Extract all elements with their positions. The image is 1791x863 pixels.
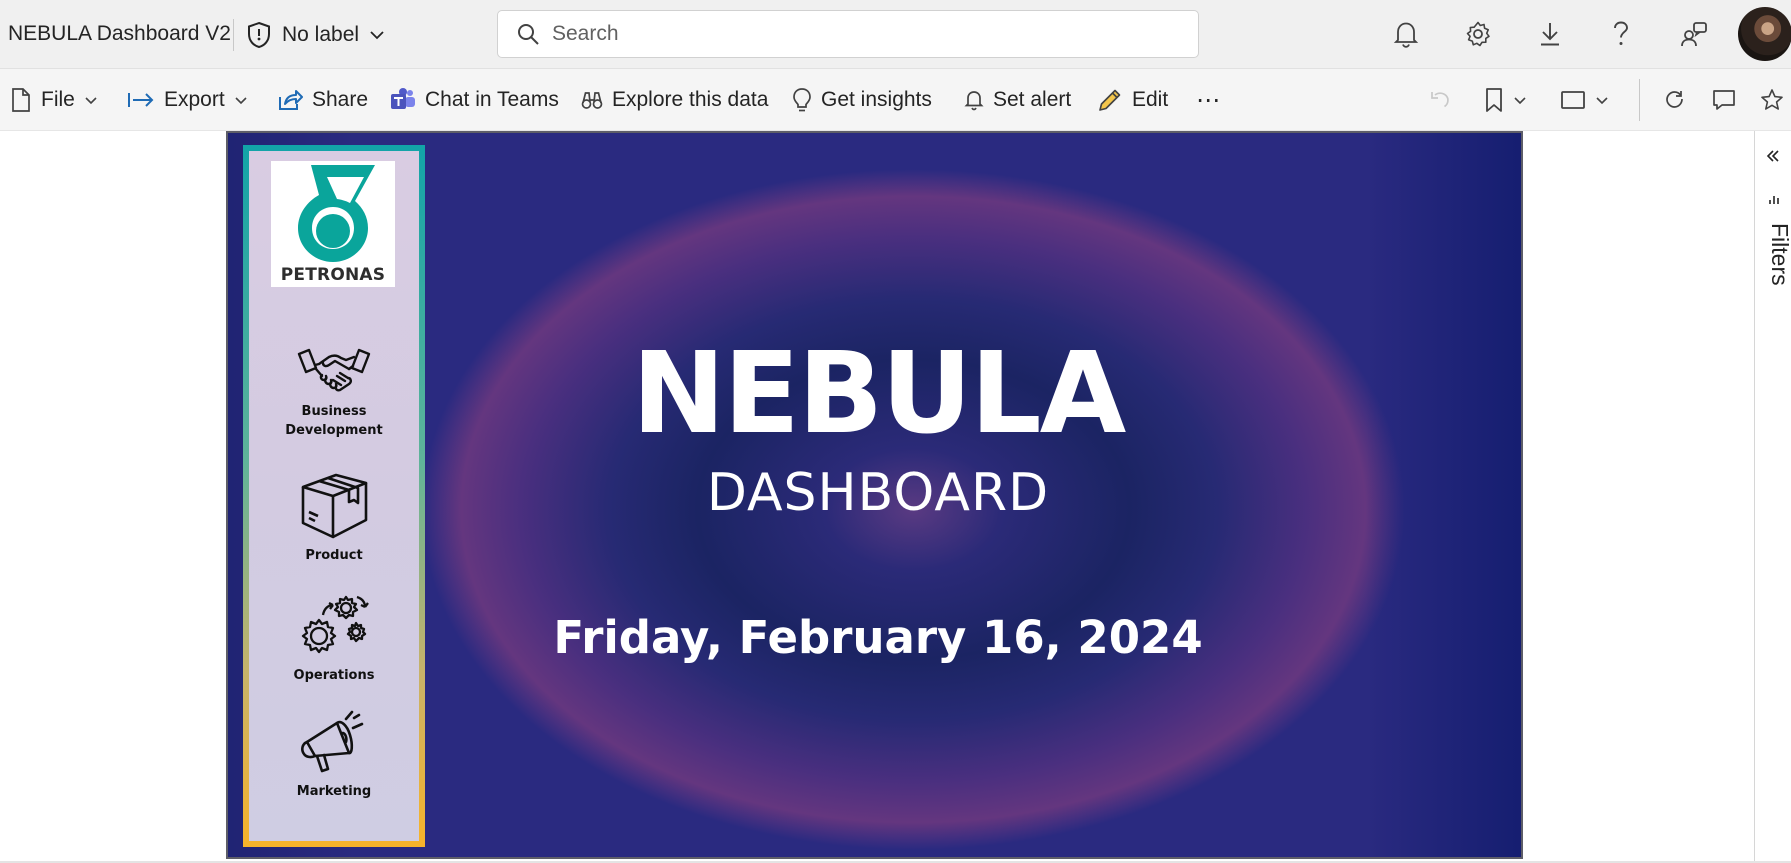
shield-icon — [246, 21, 272, 49]
nav-marketing[interactable]: Marketing — [249, 709, 419, 801]
report-page: PETRONAS Business Development Product Op… — [226, 131, 1523, 859]
chevron-down-icon — [369, 30, 385, 40]
nav-operations-label: Operations — [293, 668, 375, 683]
nav-product[interactable]: Product — [249, 467, 419, 565]
get-insights-label: Get insights — [821, 88, 932, 111]
user-avatar[interactable] — [1738, 7, 1791, 61]
share-people-icon[interactable] — [1676, 16, 1712, 52]
nav-marketing-label: Marketing — [296, 784, 372, 799]
search-icon — [516, 22, 540, 46]
lightbulb-icon — [792, 87, 812, 113]
sensitivity-label-text: No label — [282, 23, 360, 46]
petronas-logo-text: PETRONAS — [280, 265, 386, 285]
bell-icon — [964, 89, 984, 111]
petronas-emblem-icon — [298, 165, 375, 262]
file-label: File — [41, 88, 75, 111]
export-label: Export — [164, 88, 225, 111]
file-menu-button[interactable]: File — [10, 83, 98, 117]
search-input[interactable] — [552, 22, 1172, 46]
filters-label[interactable]: Filters — [1766, 223, 1791, 286]
teams-icon — [390, 87, 416, 113]
current-date: Friday, February 16, 2024 — [553, 611, 1203, 664]
dashboard-title: NEBULA — [631, 329, 1127, 459]
refresh-icon — [1664, 89, 1686, 111]
chevron-down-icon — [1513, 96, 1527, 105]
explore-data-button[interactable]: Explore this data — [581, 83, 768, 117]
export-arrow-icon — [127, 90, 155, 110]
top-header: NEBULA Dashboard V2 No label — [0, 0, 1791, 69]
nav-product-label: Product — [305, 548, 363, 563]
bookmark-menu-button[interactable] — [1484, 83, 1527, 117]
star-icon — [1760, 88, 1784, 112]
box-icon — [301, 473, 368, 539]
chevron-down-icon — [234, 96, 248, 105]
view-menu-button[interactable] — [1560, 83, 1609, 117]
more-options-label: ⋯ — [1196, 86, 1221, 114]
pencil-icon — [1097, 87, 1123, 113]
explore-data-label: Explore this data — [612, 88, 769, 111]
bookmark-icon — [1484, 87, 1504, 113]
nav-operations[interactable]: Operations — [249, 591, 419, 685]
report-canvas: PETRONAS Business Development Product Op… — [0, 131, 1754, 863]
chat-in-teams-button[interactable]: Chat in Teams — [390, 83, 559, 117]
share-label: Share — [312, 88, 369, 111]
share-icon — [277, 88, 303, 112]
comments-button[interactable] — [1712, 83, 1736, 117]
sensitivity-label-picker[interactable]: No label — [246, 18, 385, 52]
undo-button[interactable] — [1429, 83, 1451, 117]
share-button[interactable]: Share — [277, 83, 368, 117]
get-insights-button[interactable]: Get insights — [792, 83, 932, 117]
expand-chevrons-icon[interactable] — [1766, 149, 1780, 168]
download-icon[interactable] — [1532, 16, 1568, 52]
binoculars-icon — [581, 90, 603, 110]
report-title[interactable]: NEBULA Dashboard V2 — [8, 22, 231, 46]
bell-icon[interactable] — [1388, 16, 1424, 52]
toolbar-divider — [1639, 79, 1640, 121]
chevron-down-icon — [1595, 96, 1609, 105]
command-bar: File Export Share Chat in Teams Explore … — [0, 69, 1791, 131]
search-box[interactable] — [497, 10, 1199, 58]
navigation-panel: PETRONAS Business Development Product Op… — [243, 145, 425, 847]
nav-business-development-line1: Business — [301, 404, 367, 419]
undo-icon — [1429, 89, 1451, 111]
filters-pane[interactable]: Filters — [1754, 131, 1791, 863]
gears-icon — [301, 595, 369, 654]
dashboard-subtitle: DASHBOARD — [706, 463, 1050, 523]
gear-icon[interactable] — [1460, 16, 1496, 52]
edit-label: Edit — [1132, 88, 1169, 111]
refresh-button[interactable] — [1664, 83, 1686, 117]
handshake-icon — [297, 348, 371, 392]
favorite-button[interactable] — [1760, 83, 1784, 117]
document-icon — [10, 87, 32, 113]
nav-business-development[interactable]: Business Development — [249, 345, 419, 440]
nav-business-development-line2: Development — [285, 423, 383, 438]
set-alert-label: Set alert — [993, 88, 1072, 111]
view-frame-icon — [1560, 90, 1586, 110]
more-options-button[interactable]: ⋯ — [1196, 83, 1221, 117]
chevron-down-icon — [84, 96, 98, 105]
chat-in-teams-label: Chat in Teams — [425, 88, 559, 111]
set-alert-button[interactable]: Set alert — [964, 83, 1071, 117]
help-icon[interactable] — [1603, 16, 1639, 52]
export-menu-button[interactable]: Export — [127, 83, 248, 117]
header-divider — [233, 19, 234, 51]
petronas-logo: PETRONAS — [271, 161, 395, 287]
megaphone-icon — [301, 710, 364, 773]
edit-button[interactable]: Edit — [1097, 83, 1168, 117]
comment-icon — [1712, 88, 1736, 112]
filter-funnel-icon — [1768, 193, 1780, 211]
